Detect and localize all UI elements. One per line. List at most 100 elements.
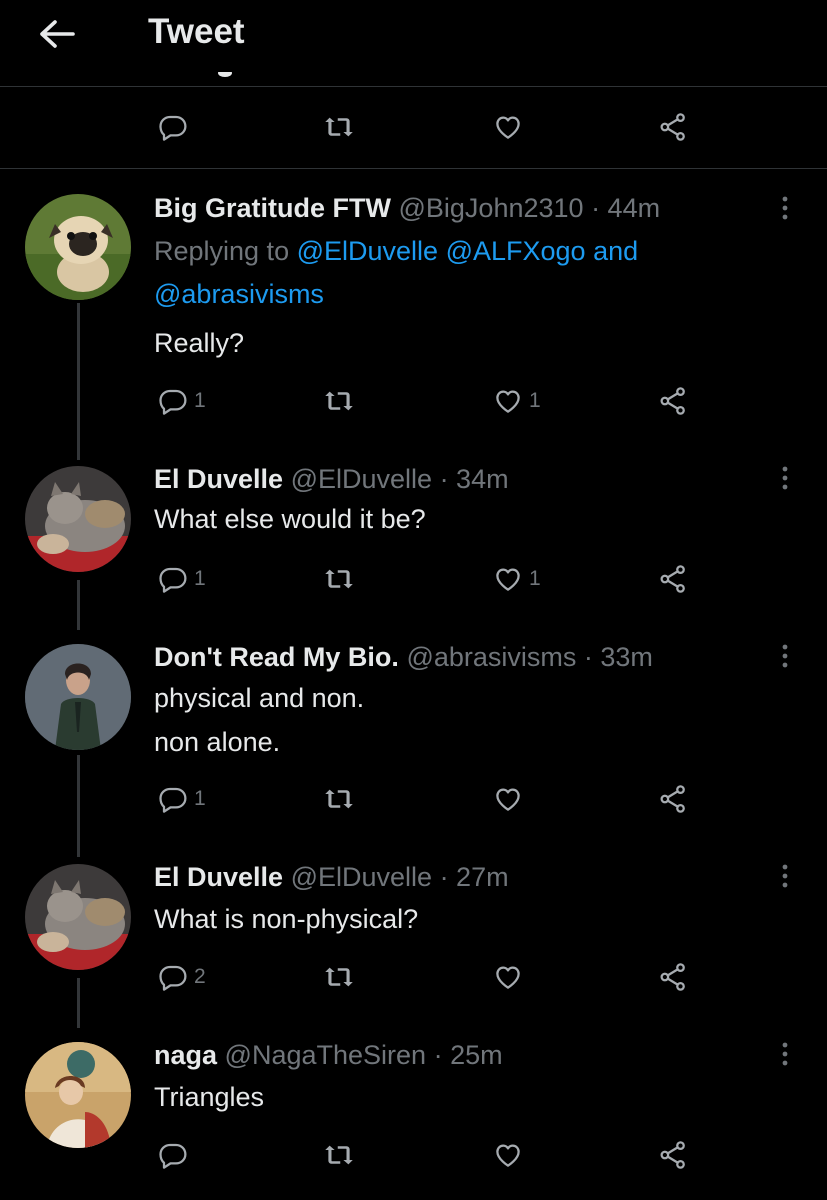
thread-connector — [77, 978, 80, 1028]
avatar[interactable] — [25, 194, 131, 300]
share-icon — [658, 386, 688, 416]
reply-icon — [158, 784, 188, 814]
like-count: 1 — [529, 567, 541, 590]
reply-icon — [158, 1140, 188, 1170]
reply-button[interactable]: 2 — [158, 962, 206, 992]
share-icon — [658, 784, 688, 814]
reply-icon — [158, 564, 188, 594]
avatar[interactable] — [25, 1042, 131, 1148]
like-button[interactable]: 1 — [493, 564, 541, 594]
avatar[interactable] — [25, 644, 131, 750]
more-options-button[interactable] — [770, 1034, 800, 1074]
like-button[interactable] — [493, 784, 523, 814]
top-bar: Tweet — [0, 0, 827, 87]
share-icon — [658, 962, 688, 992]
reply-button[interactable] — [158, 1140, 188, 1170]
retweet-icon — [323, 564, 355, 594]
arrow-left-icon — [40, 20, 75, 48]
share-button[interactable] — [658, 564, 688, 594]
truncated-text-fragment — [205, 72, 245, 88]
timestamp[interactable]: · 44m — [591, 193, 660, 223]
share-icon — [658, 1140, 688, 1170]
more-options-button[interactable] — [770, 458, 800, 498]
tweet-text-line: non alone. — [154, 727, 281, 757]
like-button[interactable] — [493, 962, 523, 992]
user-handle[interactable]: @abrasivisms — [406, 642, 576, 672]
tweet-text: Triangles — [154, 1082, 265, 1112]
like-button[interactable]: 1 — [493, 386, 541, 416]
mention-link[interactable]: @ElDuvelle — [297, 236, 438, 266]
user-handle[interactable]: @NagaTheSiren — [225, 1040, 427, 1070]
retweet-icon — [323, 1140, 355, 1170]
tweet-text: Really? — [154, 328, 245, 358]
timestamp[interactable]: · 33m — [584, 642, 653, 672]
retweet-button[interactable] — [323, 962, 355, 992]
share-button[interactable] — [658, 962, 688, 992]
retweet-button[interactable] — [323, 112, 355, 142]
reply-button[interactable]: 1 — [158, 784, 206, 814]
display-name[interactable]: El Duvelle — [154, 862, 283, 892]
reply-count: 1 — [194, 389, 206, 412]
reply-button[interactable]: 1 — [158, 386, 206, 416]
reply-count: 1 — [194, 567, 206, 590]
more-dots-icon — [781, 1041, 789, 1067]
user-handle[interactable]: @ElDuvelle — [291, 464, 432, 494]
retweet-button[interactable] — [323, 784, 355, 814]
user-handle[interactable]: @BigJohn2310 — [399, 193, 584, 223]
more-dots-icon — [781, 195, 789, 221]
heart-icon — [493, 112, 523, 142]
display-name[interactable]: Don't Read My Bio. — [154, 642, 399, 672]
heart-icon — [493, 962, 523, 992]
retweet-button[interactable] — [323, 564, 355, 594]
back-button[interactable] — [36, 14, 78, 54]
more-options-button[interactable] — [770, 636, 800, 676]
reply-button[interactable]: 1 — [158, 564, 206, 594]
avatar[interactable] — [25, 466, 131, 572]
timestamp[interactable]: · 25m — [434, 1040, 503, 1070]
timestamp[interactable]: · 34m — [440, 464, 509, 494]
replying-to-line: Replying to @ElDuvelle @ALFXogo and @abr… — [154, 230, 754, 316]
like-count: 1 — [529, 389, 541, 412]
share-icon — [658, 112, 688, 142]
heart-icon — [493, 564, 523, 594]
more-options-button[interactable] — [770, 856, 800, 896]
retweet-button[interactable] — [323, 386, 355, 416]
like-button[interactable] — [493, 112, 523, 142]
avatar[interactable] — [25, 864, 131, 970]
retweet-icon — [323, 962, 355, 992]
share-button[interactable] — [658, 1140, 688, 1170]
like-button[interactable] — [493, 1140, 523, 1170]
share-button[interactable] — [658, 784, 688, 814]
share-icon — [658, 564, 688, 594]
heart-icon — [493, 1140, 523, 1170]
replying-to-label: Replying to — [154, 236, 290, 266]
tweet-text: What is non-physical? — [154, 904, 419, 934]
display-name[interactable]: Big Gratitude FTW — [154, 193, 391, 223]
reply-icon — [158, 112, 188, 142]
mention-link[interactable]: @ALFXogo — [446, 236, 586, 266]
more-dots-icon — [781, 863, 789, 889]
tweet-text: What else would it be? — [154, 504, 426, 534]
mention-and-text[interactable]: and — [593, 236, 638, 266]
tweet-text-line: physical and non. — [154, 683, 365, 713]
retweet-button[interactable] — [323, 1140, 355, 1170]
reply-count: 1 — [194, 787, 206, 810]
reply-button[interactable] — [158, 112, 188, 142]
thread-connector — [77, 755, 80, 857]
share-button[interactable] — [658, 112, 688, 142]
thread-connector — [77, 303, 80, 460]
retweet-icon — [323, 386, 355, 416]
reply-count: 2 — [194, 965, 206, 988]
timestamp[interactable]: · 27m — [440, 862, 509, 892]
more-options-button[interactable] — [770, 188, 800, 228]
more-dots-icon — [781, 643, 789, 669]
more-dots-icon — [781, 465, 789, 491]
user-handle[interactable]: @ElDuvelle — [291, 862, 432, 892]
reply-icon — [158, 962, 188, 992]
display-name[interactable]: naga — [154, 1040, 217, 1070]
reply-icon — [158, 386, 188, 416]
share-button[interactable] — [658, 386, 688, 416]
heart-icon — [493, 784, 523, 814]
mention-link[interactable]: @abrasivisms — [154, 279, 324, 309]
display-name[interactable]: El Duvelle — [154, 464, 283, 494]
